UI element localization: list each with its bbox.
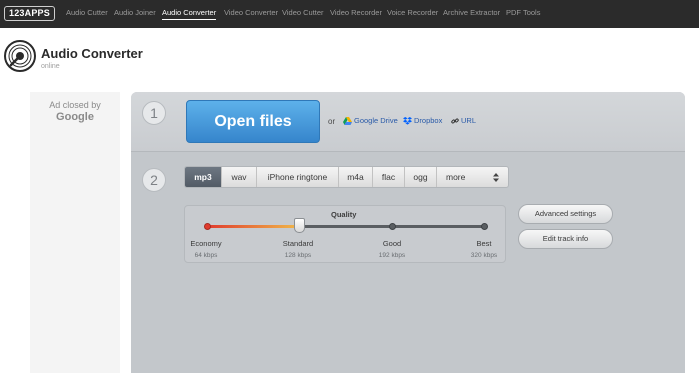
nav-item-video-cutter[interactable]: Video Cutter — [282, 8, 324, 17]
nav-item-archive-extractor[interactable]: Archive Extractor — [443, 8, 500, 17]
quality-label-best: Best — [476, 239, 492, 248]
vinyl-disc-icon — [4, 40, 36, 72]
format-tab-bar: mp3 wav iPhone ringtone m4a flac ogg mor… — [184, 166, 509, 188]
ad-placeholder: Ad closed by Google — [30, 92, 120, 373]
format-tab-iphone-ringtone[interactable]: iPhone ringtone — [257, 167, 339, 187]
quality-rate-standard: 128 kbps — [284, 252, 312, 259]
up-down-chevron-icon — [493, 173, 499, 182]
open-files-button[interactable]: Open files — [186, 100, 320, 143]
quality-slider-panel: Quality Economy 64 kbps Standard 128 kbp… — [184, 205, 506, 263]
advanced-settings-button[interactable]: Advanced settings — [518, 204, 613, 224]
format-tab-mp3[interactable]: mp3 — [185, 167, 222, 187]
google-drive-icon — [343, 117, 352, 125]
quality-label-good: Good — [382, 239, 402, 248]
format-tab-flac[interactable]: flac — [373, 167, 405, 187]
nav-item-video-converter[interactable]: Video Converter — [224, 8, 278, 17]
step1-row: 1 Open files or Google Drive Dropbox URL — [131, 92, 685, 152]
format-tab-ogg[interactable]: ogg — [405, 167, 437, 187]
quality-stop-economy[interactable] — [204, 223, 211, 230]
quality-label-standard: Standard — [282, 239, 314, 248]
nav-item-video-recorder[interactable]: Video Recorder — [330, 8, 382, 17]
nav-item-audio-cutter[interactable]: Audio Cutter — [66, 8, 108, 17]
google-drive-link[interactable]: Google Drive — [343, 116, 398, 125]
top-nav-bar: 123APPS Audio Cutter Audio Joiner Audio … — [0, 0, 699, 28]
quality-label-economy: Economy — [190, 239, 222, 248]
format-tab-wav[interactable]: wav — [222, 167, 257, 187]
nav-item-audio-converter[interactable]: Audio Converter — [162, 8, 217, 20]
step-1-badge: 1 — [142, 101, 166, 125]
format-tab-m4a[interactable]: m4a — [339, 167, 373, 187]
quality-title: Quality — [331, 210, 357, 219]
more-label: more — [446, 172, 466, 182]
or-text: or — [328, 117, 336, 126]
step-2-badge: 2 — [142, 168, 166, 192]
url-label: URL — [461, 116, 477, 125]
quality-slider-fill — [207, 225, 299, 228]
nav-item-audio-joiner[interactable]: Audio Joiner — [114, 8, 156, 17]
page-title: Audio Converter — [41, 46, 143, 61]
url-link[interactable]: URL — [451, 116, 476, 125]
quality-stop-good[interactable] — [389, 223, 396, 230]
link-icon — [451, 118, 459, 124]
nav-item-pdf-tools[interactable]: PDF Tools — [506, 8, 540, 17]
quality-rate-good: 192 kbps — [378, 252, 406, 259]
google-drive-label: Google Drive — [354, 116, 398, 125]
brand-logo[interactable]: 123APPS — [4, 6, 55, 21]
quality-rate-best: 320 kbps — [470, 252, 498, 259]
dropbox-icon — [403, 117, 412, 125]
edit-track-info-button[interactable]: Edit track info — [518, 229, 613, 249]
quality-rate-economy: 64 kbps — [194, 252, 218, 259]
page-subtitle: online — [41, 63, 60, 70]
ad-closed-text: Ad closed by — [49, 100, 101, 110]
converter-panel: 1 Open files or Google Drive Dropbox URL… — [131, 92, 685, 373]
dropbox-label: Dropbox — [414, 116, 443, 125]
dropbox-link[interactable]: Dropbox — [403, 116, 442, 125]
ad-brand-text: Google — [56, 111, 94, 123]
nav-item-voice-recorder[interactable]: Voice Recorder — [387, 8, 438, 17]
quality-stop-best[interactable] — [481, 223, 488, 230]
quality-slider-thumb[interactable] — [294, 218, 305, 233]
format-more-dropdown[interactable]: more — [437, 167, 508, 187]
